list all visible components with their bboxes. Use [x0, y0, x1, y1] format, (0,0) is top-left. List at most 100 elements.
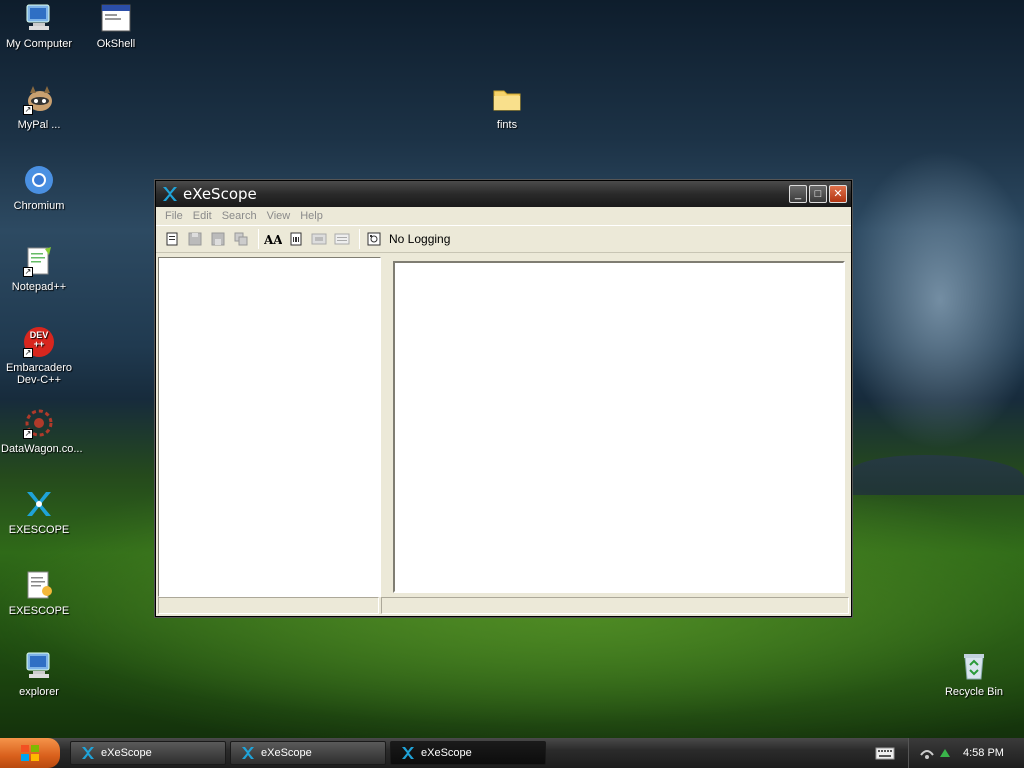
- logging-button[interactable]: [364, 229, 384, 249]
- desktop-icon-okshell[interactable]: OkShell: [78, 2, 154, 50]
- save-as-button[interactable]: [208, 229, 228, 249]
- save-as-icon: [211, 232, 225, 246]
- desktop-icon-datawagon[interactable]: ↗ DataWagon.co...: [1, 407, 83, 455]
- folder-icon: [491, 83, 523, 115]
- exescope-icon: [82, 747, 94, 759]
- shortcut-arrow-icon: ↗: [23, 429, 33, 439]
- desktop-icon-label: explorer: [19, 686, 59, 698]
- desktop-icon-my-computer[interactable]: My Computer: [1, 2, 77, 50]
- desktop-icon-label: OkShell: [96, 38, 136, 50]
- menu-bar: File Edit Search View Help: [156, 207, 851, 225]
- menu-search[interactable]: Search: [222, 210, 257, 222]
- exescope-icon: [23, 488, 55, 520]
- safely-remove-icon[interactable]: [937, 745, 953, 761]
- font-button[interactable]: AA: [263, 229, 283, 249]
- save-icon: [188, 232, 202, 246]
- status-cell-right: [381, 597, 849, 614]
- desktop-icon-mypal[interactable]: ↗ MyPal ...: [1, 83, 77, 131]
- window-title: eXeScope: [183, 185, 257, 203]
- content-view[interactable]: [393, 261, 845, 593]
- open-file-icon: [166, 232, 178, 246]
- raccoon-icon: ↗: [23, 83, 55, 115]
- sky-glow: [840, 150, 1024, 450]
- save-button[interactable]: [185, 229, 205, 249]
- network-icon[interactable]: [919, 745, 935, 761]
- desktop-icon-label: EXESCOPE: [8, 605, 70, 617]
- taskbar-item-label: eXeScope: [421, 747, 472, 759]
- copy-button[interactable]: [231, 229, 251, 249]
- logging-status: No Logging: [389, 232, 451, 246]
- exescope-icon: [242, 747, 254, 759]
- menu-help[interactable]: Help: [300, 210, 323, 222]
- text-file-icon: [23, 569, 55, 601]
- exescope-icon: [163, 187, 177, 201]
- menu-edit[interactable]: Edit: [193, 210, 212, 222]
- close-button[interactable]: ✕: [829, 185, 847, 203]
- export-icon: [311, 233, 327, 245]
- window-icon: [100, 2, 132, 34]
- desktop-icon-label: Embarcadero Dev-C++: [5, 362, 73, 386]
- binary-button[interactable]: [286, 229, 306, 249]
- toolbar: AA No Logging: [156, 225, 851, 253]
- menu-file[interactable]: File: [165, 210, 183, 222]
- desktop-icon-label: My Computer: [5, 38, 73, 50]
- notepad-icon: ↗: [23, 245, 55, 277]
- copy-icon: [234, 232, 248, 246]
- open-button[interactable]: [162, 229, 182, 249]
- toolbar-separator: [359, 229, 360, 249]
- desktop-icon-fints[interactable]: fints: [469, 83, 545, 131]
- maximize-button[interactable]: □: [809, 185, 827, 203]
- keyboard-button[interactable]: [874, 742, 896, 764]
- clock[interactable]: 4:58 PM: [963, 747, 1004, 759]
- datawagon-icon: ↗: [23, 407, 55, 439]
- export-button[interactable]: [309, 229, 329, 249]
- desktop-icon-chromium[interactable]: Chromium: [1, 164, 77, 212]
- svg-text:AA: AA: [264, 233, 282, 246]
- shortcut-arrow-icon: ↗: [23, 267, 33, 277]
- shortcut-arrow-icon: ↗: [23, 348, 33, 358]
- exescope-window[interactable]: eXeScope _ □ ✕ File Edit Search View Hel…: [155, 180, 852, 617]
- title-bar[interactable]: eXeScope _ □ ✕: [156, 181, 851, 207]
- taskbar-item[interactable]: eXeScope: [70, 741, 226, 765]
- chromium-icon: [23, 164, 55, 196]
- desktop-icon-label: MyPal ...: [17, 119, 61, 131]
- start-button[interactable]: [0, 738, 60, 768]
- desktop-icon-label: Recycle Bin: [944, 686, 1004, 698]
- desktop-icon-label: Notepad++: [11, 281, 67, 293]
- desktop-icon-label: DataWagon.co...: [1, 443, 83, 455]
- recycle-bin-icon: [958, 650, 990, 682]
- taskbar: eXeScope eXeScope eXeScope 4:58 PM: [0, 738, 1024, 768]
- main-panes: [158, 257, 849, 597]
- keyboard-icon: [875, 747, 895, 760]
- devcpp-icon: DEV ++ ↗: [23, 326, 55, 358]
- font-icon: AA: [264, 233, 282, 246]
- logging-icon: [367, 232, 381, 246]
- binary-view-icon: [290, 232, 302, 246]
- system-tray: 4:58 PM: [908, 738, 1024, 768]
- desktop-icon-devcpp[interactable]: DEV ++ ↗ Embarcadero Dev-C++: [1, 326, 77, 386]
- shortcut-arrow-icon: ↗: [23, 105, 33, 115]
- desktop-icon-recycle-bin[interactable]: Recycle Bin: [936, 650, 1012, 698]
- toolbar-separator: [258, 229, 259, 249]
- minimize-button[interactable]: _: [789, 185, 807, 203]
- content-pane: [389, 257, 849, 597]
- taskbar-item[interactable]: eXeScope: [230, 741, 386, 765]
- desktop-icon-label: fints: [496, 119, 518, 131]
- menu-view[interactable]: View: [267, 210, 291, 222]
- taskbar-item-active[interactable]: eXeScope: [390, 741, 546, 765]
- pane-splitter[interactable]: [381, 257, 389, 597]
- desktop-icon-label: EXESCOPE: [8, 524, 70, 536]
- computer-icon: [23, 650, 55, 682]
- taskbar-item-label: eXeScope: [261, 747, 312, 759]
- desktop-icon-exescope-text[interactable]: EXESCOPE: [1, 569, 77, 617]
- import-icon: [334, 233, 350, 245]
- hills: [850, 455, 1024, 495]
- devcpp-badge: DEV ++: [29, 330, 49, 349]
- desktop-icon-notepadpp[interactable]: ↗ Notepad++: [1, 245, 77, 293]
- desktop-icon-exescope[interactable]: EXESCOPE: [1, 488, 77, 536]
- desktop-icon-label: Chromium: [13, 200, 65, 212]
- desktop-icon-explorer[interactable]: explorer: [1, 650, 77, 698]
- exescope-icon: [402, 747, 414, 759]
- resource-tree-pane[interactable]: [158, 257, 381, 597]
- import-button[interactable]: [332, 229, 352, 249]
